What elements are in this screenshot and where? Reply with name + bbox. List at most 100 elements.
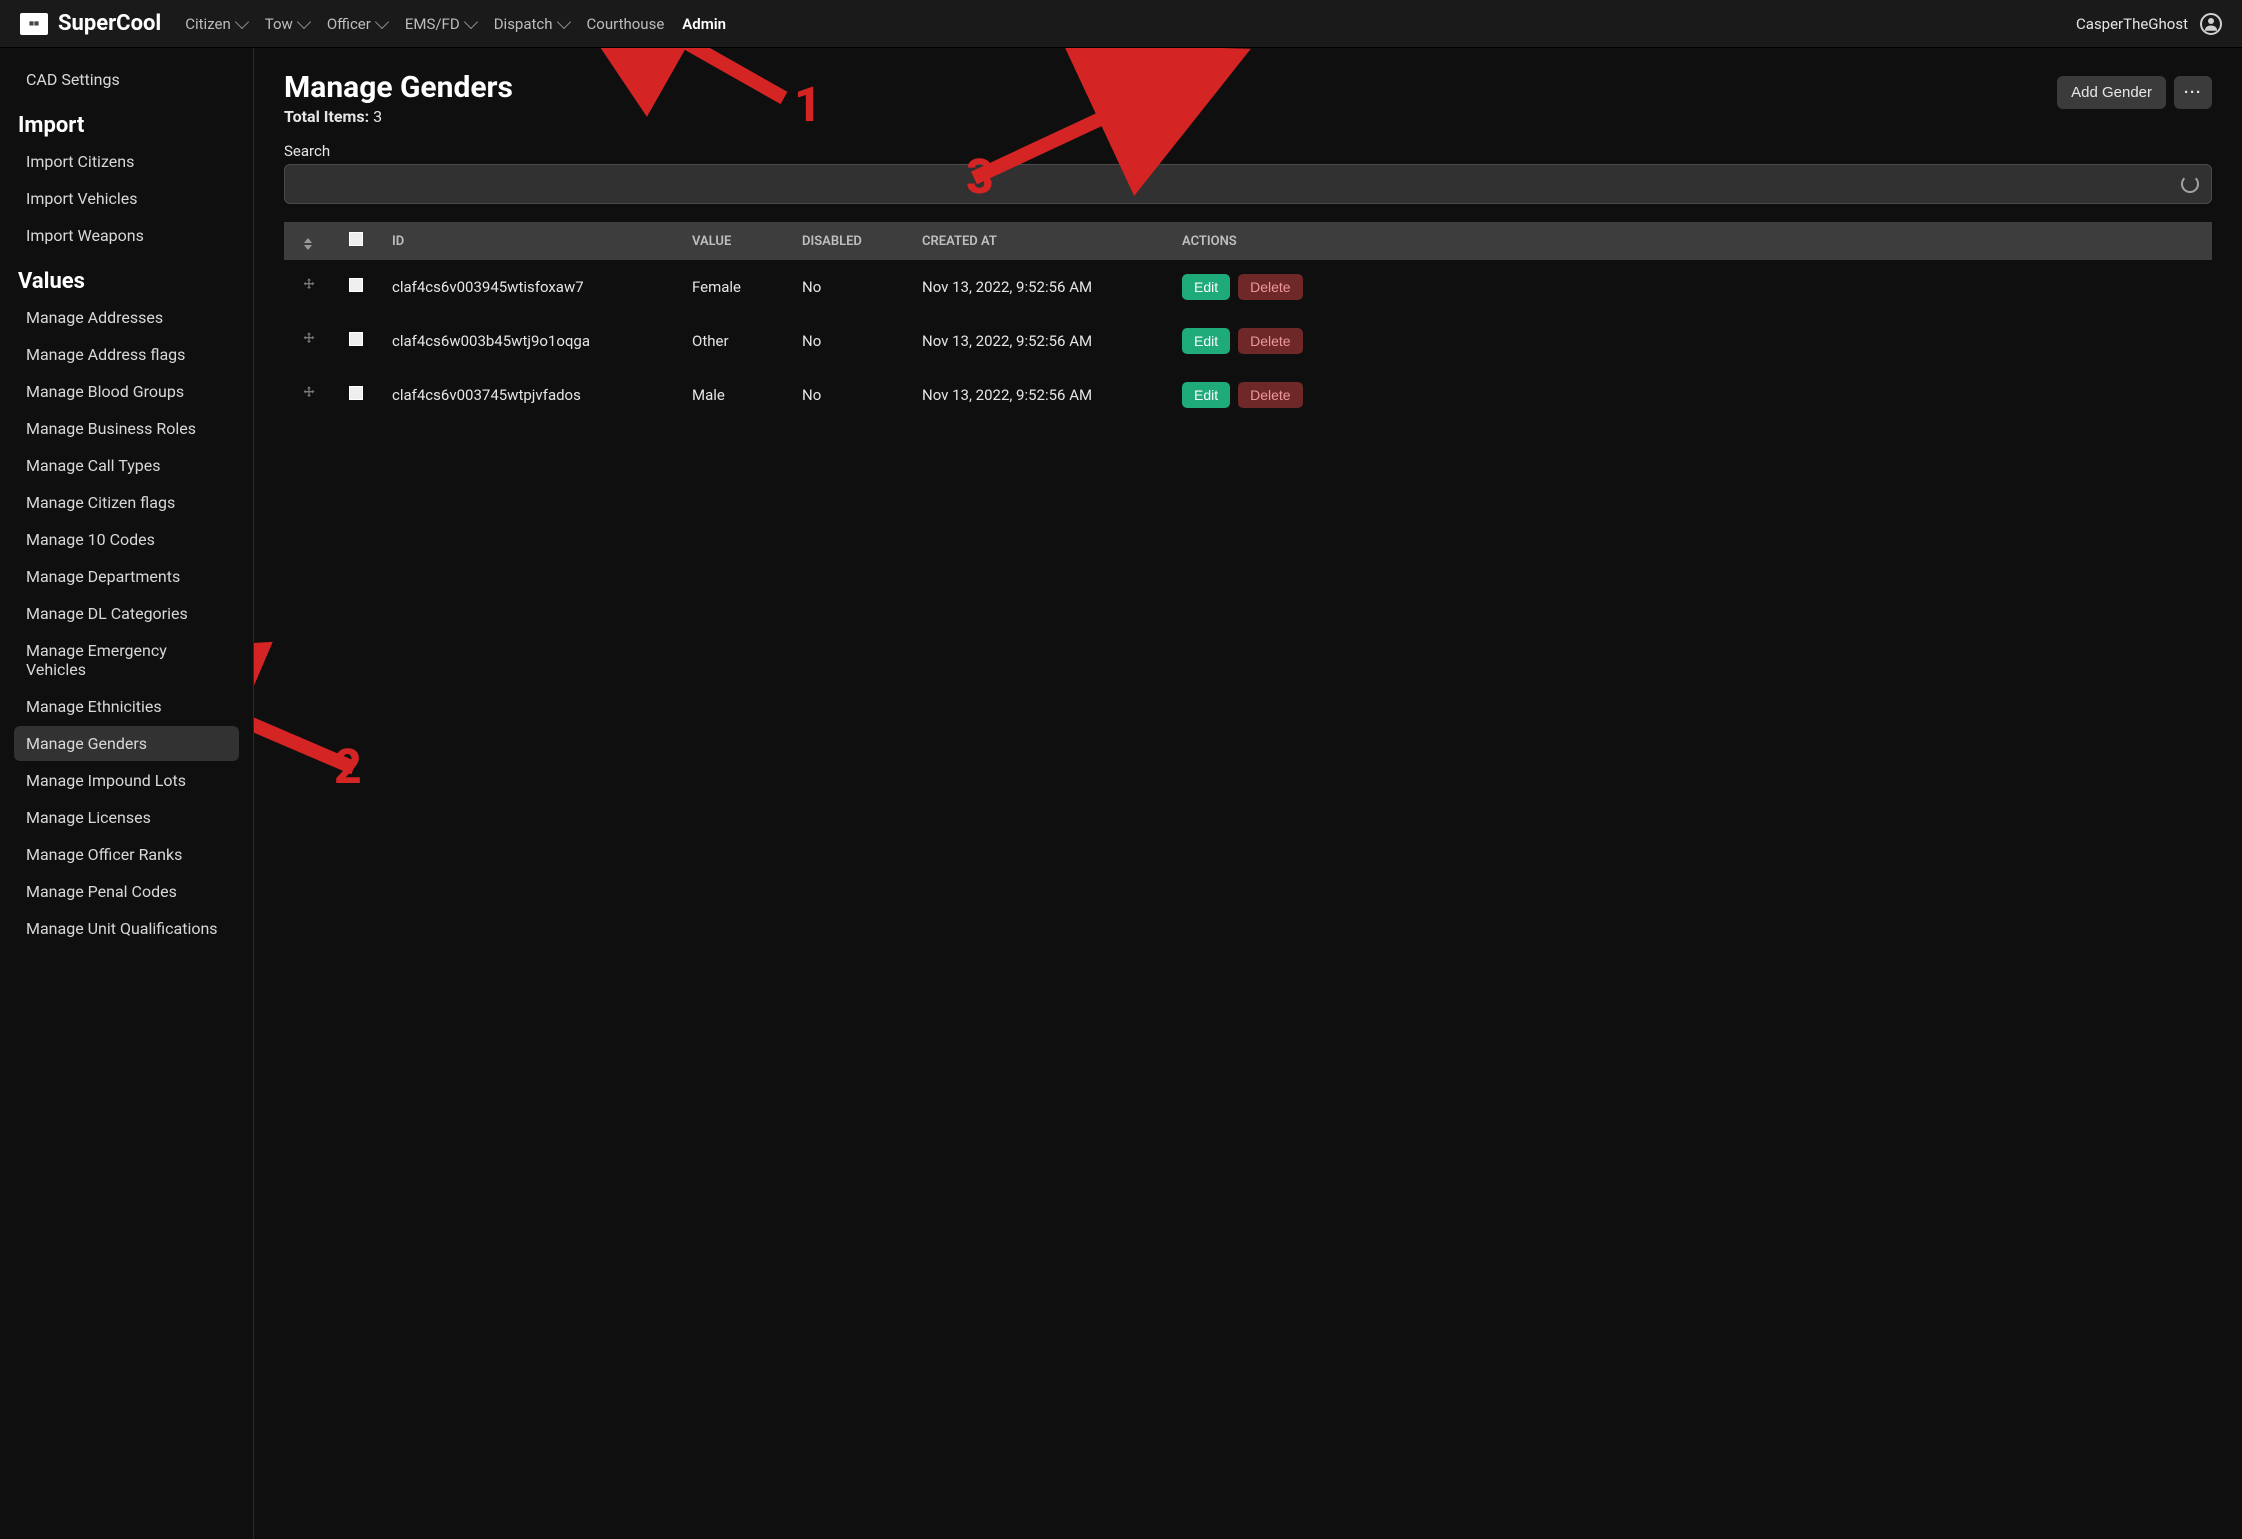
delete-button[interactable]: Delete [1238, 382, 1302, 408]
sidebar-item-label: Manage 10 Codes [26, 530, 155, 549]
drag-handle-icon[interactable] [301, 277, 315, 291]
sidebar-item-manage-business-roles[interactable]: Manage Business Roles [14, 411, 239, 446]
chevron-down-icon [464, 14, 478, 28]
sidebar-item-manage-genders[interactable]: Manage Genders [14, 726, 239, 761]
sidebar-item-label: Manage Blood Groups [26, 382, 184, 401]
sidebar-item-label: Manage Addresses [26, 308, 163, 327]
nav-tow[interactable]: Tow [265, 15, 309, 33]
col-select-all[interactable] [332, 222, 380, 260]
sidebar-item-label: Import Weapons [26, 226, 144, 245]
top-nav: ◼◼ SuperCool Citizen Tow Officer EMS/FD Disp… [0, 0, 2242, 48]
chevron-down-icon [297, 14, 311, 28]
sidebar-item-import-weapons[interactable]: Import Weapons [14, 218, 239, 253]
brand-logo-icon: ◼◼ [20, 13, 48, 35]
chevron-down-icon [375, 14, 389, 28]
cell-actions: Edit Delete [1170, 260, 2212, 314]
cell-id: claf4cs6v003745wtpjvfados [380, 368, 680, 422]
sidebar-item-label: Manage Citizen flags [26, 493, 175, 512]
more-actions-button[interactable]: ··· [2174, 76, 2212, 109]
sort-icon [304, 238, 312, 250]
col-value[interactable]: VALUE [680, 222, 790, 260]
search-field-wrap [284, 164, 2212, 204]
drag-handle-icon[interactable] [301, 331, 315, 345]
checkbox-icon[interactable] [349, 232, 363, 246]
table-row: claf4cs6v003745wtpjvfadosMaleNoNov 13, 2… [284, 368, 2212, 422]
genders-table: ID VALUE DISABLED CREATED AT ACTIONS cla… [284, 222, 2212, 422]
nav-label: Officer [327, 15, 371, 33]
chevron-down-icon [235, 14, 249, 28]
row-checkbox[interactable] [349, 386, 363, 400]
table-row: claf4cs6v003945wtisfoxaw7FemaleNoNov 13,… [284, 260, 2212, 314]
user-avatar-icon[interactable] [2200, 13, 2222, 35]
sidebar-item-manage-10-codes[interactable]: Manage 10 Codes [14, 522, 239, 557]
search-input[interactable] [297, 176, 2181, 193]
sidebar-item-manage-call-types[interactable]: Manage Call Types [14, 448, 239, 483]
sidebar-item-manage-address-flags[interactable]: Manage Address flags [14, 337, 239, 372]
nav-citizen[interactable]: Citizen [185, 15, 247, 33]
sidebar-item-manage-addresses[interactable]: Manage Addresses [14, 300, 239, 335]
col-actions: ACTIONS [1170, 222, 2212, 260]
edit-button[interactable]: Edit [1182, 274, 1230, 300]
annotation-2: 2 [334, 738, 362, 795]
nav-label: Dispatch [494, 15, 553, 33]
edit-button[interactable]: Edit [1182, 382, 1230, 408]
sidebar-item-cad-settings[interactable]: CAD Settings [14, 62, 239, 97]
sidebar-item-import-citizens[interactable]: Import Citizens [14, 144, 239, 179]
nav-links: Citizen Tow Officer EMS/FD Dispatch Courthous… [185, 15, 726, 33]
brand-text: SuperCool [58, 11, 161, 36]
nav-courthouse[interactable]: Courthouse [587, 15, 665, 33]
delete-button[interactable]: Delete [1238, 328, 1302, 354]
col-id[interactable]: ID [380, 222, 680, 260]
sidebar-item-label: Manage Ethnicities [26, 697, 162, 716]
col-sort[interactable] [284, 222, 332, 260]
edit-button[interactable]: Edit [1182, 328, 1230, 354]
nav-label: Courthouse [587, 15, 665, 33]
nav-ems-fd[interactable]: EMS/FD [405, 15, 476, 33]
cell-actions: Edit Delete [1170, 368, 2212, 422]
cell-created_at: Nov 13, 2022, 9:52:56 AM [910, 368, 1170, 422]
nav-label: Citizen [185, 15, 231, 33]
sidebar-item-manage-blood-groups[interactable]: Manage Blood Groups [14, 374, 239, 409]
sidebar-item-label: Manage Emergency Vehicles [26, 641, 167, 679]
search-label: Search [284, 142, 2212, 160]
cell-actions: Edit Delete [1170, 314, 2212, 368]
col-created-at[interactable]: CREATED AT [910, 222, 1170, 260]
nav-admin[interactable]: Admin [682, 15, 726, 33]
sidebar-item-import-vehicles[interactable]: Import Vehicles [14, 181, 239, 216]
sidebar-item-manage-unit-qualifications[interactable]: Manage Unit Qualifications [14, 911, 239, 946]
ellipsis-icon: ··· [2184, 84, 2202, 101]
sidebar-item-label: Manage Licenses [26, 808, 151, 827]
sidebar-item-label: Import Vehicles [26, 189, 138, 208]
sidebar-item-manage-ethnicities[interactable]: Manage Ethnicities [14, 689, 239, 724]
cell-created_at: Nov 13, 2022, 9:52:56 AM [910, 314, 1170, 368]
sidebar-item-manage-impound-lots[interactable]: Manage Impound Lots [14, 763, 239, 798]
brand[interactable]: ◼◼ SuperCool [20, 11, 161, 36]
sidebar-item-manage-departments[interactable]: Manage Departments [14, 559, 239, 594]
cell-disabled: No [790, 368, 910, 422]
cell-value: Male [680, 368, 790, 422]
sidebar-item-label: Manage Call Types [26, 456, 160, 475]
sidebar-section-values: Values [14, 255, 239, 300]
nav-officer[interactable]: Officer [327, 15, 387, 33]
current-user[interactable]: CasperTheGhost [2076, 15, 2188, 33]
sidebar-item-manage-citizen-flags[interactable]: Manage Citizen flags [14, 485, 239, 520]
add-gender-button[interactable]: Add Gender [2057, 76, 2166, 109]
sidebar-item-manage-dl-categories[interactable]: Manage DL Categories [14, 596, 239, 631]
delete-button[interactable]: Delete [1238, 274, 1302, 300]
row-checkbox[interactable] [349, 332, 363, 346]
nav-dispatch[interactable]: Dispatch [494, 15, 569, 33]
cell-id: claf4cs6w003b45wtj9o1oqga [380, 314, 680, 368]
drag-handle-icon[interactable] [301, 385, 315, 399]
nav-label: Admin [682, 15, 726, 33]
sidebar-item-manage-officer-ranks[interactable]: Manage Officer Ranks [14, 837, 239, 872]
sidebar-item-manage-licenses[interactable]: Manage Licenses [14, 800, 239, 835]
row-checkbox[interactable] [349, 278, 363, 292]
sidebar-item-manage-penal-codes[interactable]: Manage Penal Codes [14, 874, 239, 909]
sidebar-item-label: Manage DL Categories [26, 604, 188, 623]
sidebar-item-manage-emergency-vehicles[interactable]: Manage Emergency Vehicles [14, 633, 239, 687]
sidebar-item-label: Manage Officer Ranks [26, 845, 182, 864]
sidebar-item-label: CAD Settings [26, 70, 120, 89]
page-title: Manage Genders [284, 70, 513, 105]
col-disabled[interactable]: DISABLED [790, 222, 910, 260]
sidebar-item-label: Import Citizens [26, 152, 134, 171]
